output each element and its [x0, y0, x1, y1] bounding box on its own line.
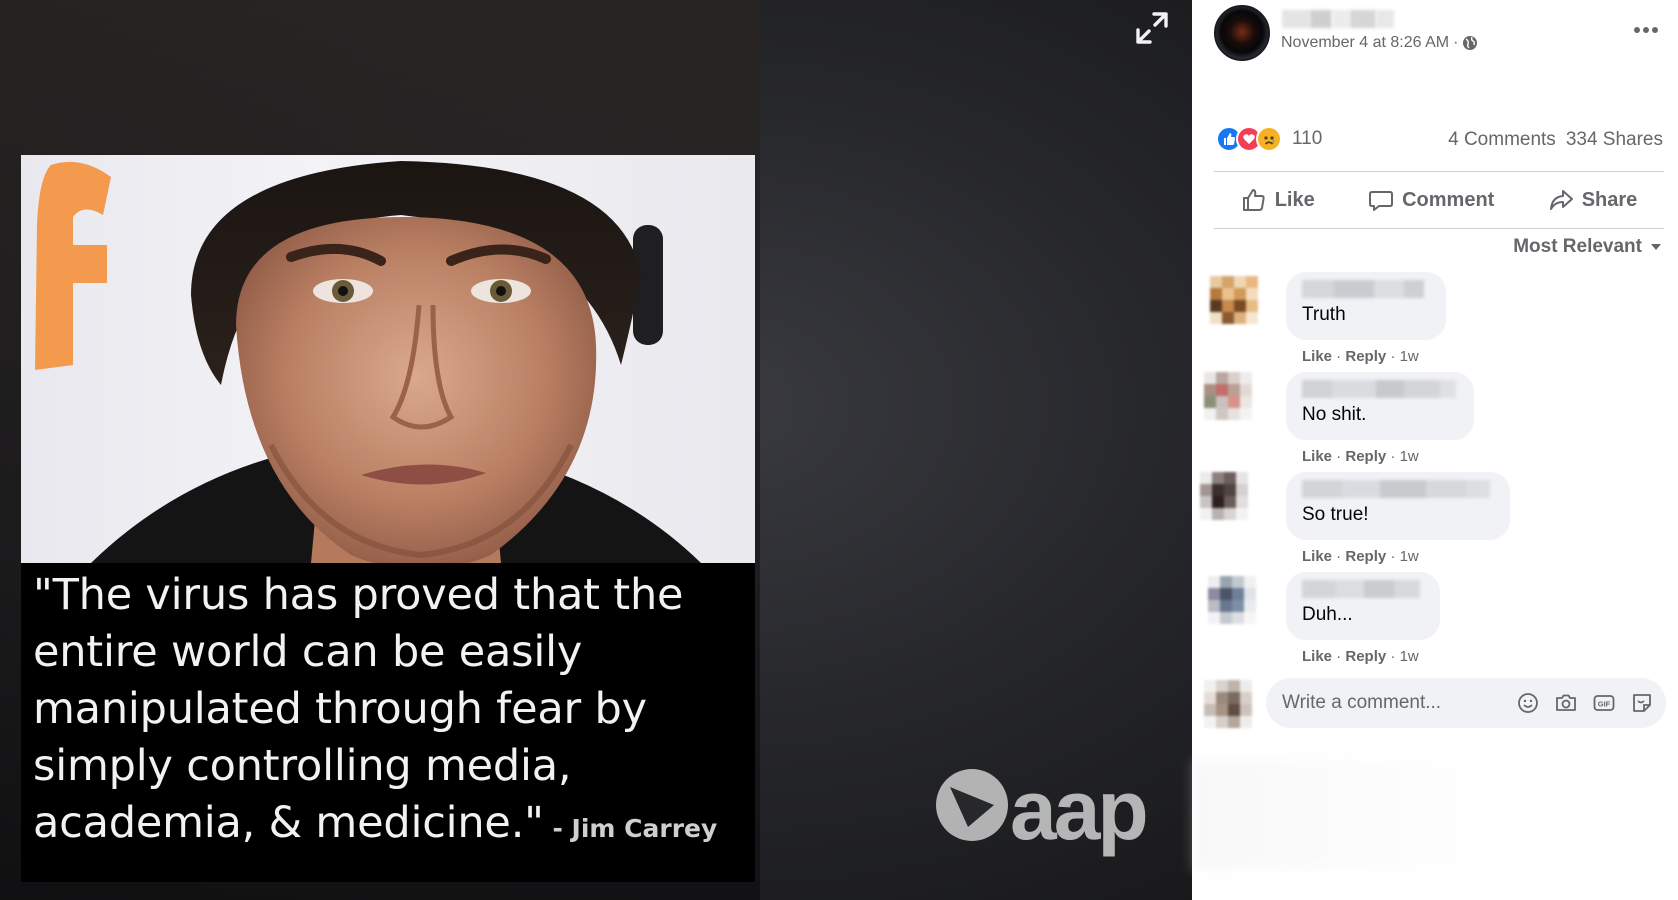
- portrait-photo: [21, 155, 755, 563]
- author-name-redacted: [1282, 10, 1394, 28]
- comment-bubble: No shit.: [1286, 372, 1474, 440]
- comment-text: So true!: [1302, 504, 1369, 525]
- meme-image: "The virus has proved that the entire wo…: [21, 155, 755, 882]
- watermark-text: aap: [1010, 763, 1149, 857]
- post-panel: November 4 at 8:26 AM · 110 4 Comments 3…: [1192, 0, 1678, 900]
- current-user-avatar[interactable]: [1204, 680, 1252, 728]
- sticker-icon[interactable]: [1630, 691, 1654, 715]
- quote-line-text: academia, & medicine.": [33, 798, 544, 848]
- quote-line: simply controlling media,: [33, 741, 572, 791]
- comment-like-link[interactable]: Like: [1302, 648, 1332, 665]
- comment-bubble: Truth: [1286, 272, 1446, 340]
- comment-label: Comment: [1402, 188, 1495, 211]
- share-label: Share: [1581, 188, 1638, 211]
- comment-input[interactable]: Write a comment... GIF: [1266, 678, 1666, 728]
- commenter-avatar[interactable]: [1208, 576, 1256, 624]
- sort-label: Most Relevant: [1513, 236, 1642, 257]
- comment-bubble: So true!: [1286, 472, 1510, 540]
- comment-text: Duh...: [1302, 604, 1353, 625]
- comment-time[interactable]: 1w: [1400, 548, 1419, 565]
- commenter-name-redacted: [1302, 580, 1422, 598]
- watermark-overlay: [1192, 760, 1512, 870]
- commenter-avatar[interactable]: [1204, 372, 1252, 420]
- quote-line: manipulated through fear by: [33, 684, 647, 734]
- divider: [1214, 228, 1664, 229]
- meta-sep: ·: [1332, 648, 1346, 665]
- portrait-illustration: [35, 161, 701, 563]
- comment-meta: Like · Reply · 1w: [1302, 348, 1419, 365]
- like-label: Like: [1274, 188, 1315, 211]
- expand-icon[interactable]: [1132, 8, 1172, 48]
- comment-time[interactable]: 1w: [1400, 348, 1419, 365]
- gif-icon[interactable]: GIF: [1592, 691, 1616, 715]
- page-avatar[interactable]: [1214, 5, 1270, 61]
- comment-reply-link[interactable]: Reply: [1345, 348, 1386, 365]
- share-button[interactable]: Share: [1540, 183, 1646, 217]
- comment-item: Duh... Like · Reply · 1w: [1208, 572, 1660, 666]
- comment-meta: Like · Reply · 1w: [1302, 648, 1419, 665]
- write-comment-row: Write a comment... GIF: [1204, 678, 1666, 728]
- comment-time[interactable]: 1w: [1400, 648, 1419, 665]
- quote-author: - Jim Carrey: [543, 814, 718, 843]
- post-actions: Like Comment Share: [1214, 178, 1664, 222]
- commenter-name-redacted: [1302, 380, 1456, 398]
- date-separator: ·: [1453, 34, 1459, 51]
- comment-meta: Like · Reply · 1w: [1302, 548, 1419, 565]
- thumbs-up-icon: [1242, 189, 1265, 211]
- emoji-icon[interactable]: [1516, 691, 1540, 715]
- reaction-count: 110: [1292, 128, 1323, 149]
- comment-like-link[interactable]: Like: [1302, 348, 1332, 365]
- comment-reply-link[interactable]: Reply: [1345, 648, 1386, 665]
- commenter-name-redacted: [1302, 480, 1492, 498]
- comments-count[interactable]: 4 Comments: [1448, 129, 1556, 151]
- comment-button[interactable]: Comment: [1360, 183, 1502, 217]
- shares-count[interactable]: 334 Shares: [1566, 129, 1663, 151]
- divider: [1214, 171, 1664, 172]
- comment-input-tools: GIF: [1516, 691, 1666, 715]
- meta-sep: ·: [1386, 448, 1400, 465]
- reaction-summary[interactable]: 110: [1216, 126, 1322, 152]
- meta-sep: ·: [1386, 548, 1400, 565]
- comment-icon: [1369, 191, 1394, 211]
- comment-bubble: Duh...: [1286, 572, 1440, 640]
- globe-icon: [1463, 36, 1478, 50]
- commenter-name-redacted: [1302, 280, 1428, 298]
- comment-input-placeholder: Write a comment...: [1282, 692, 1442, 713]
- meta-sep: ·: [1386, 648, 1400, 665]
- post-timestamp[interactable]: November 4 at 8:26 AM ·: [1281, 34, 1478, 52]
- svg-text:GIF: GIF: [1598, 700, 1611, 709]
- comment-sort-dropdown[interactable]: Most Relevant: [1513, 236, 1662, 258]
- comment-time[interactable]: 1w: [1400, 448, 1419, 465]
- caret-down-icon: [1651, 244, 1661, 250]
- meta-sep: ·: [1332, 448, 1346, 465]
- comment-text: No shit.: [1302, 404, 1367, 425]
- comment-item: So true! Like · Reply · 1w: [1200, 472, 1660, 566]
- comment-like-link[interactable]: Like: [1302, 548, 1332, 565]
- camera-icon[interactable]: [1554, 691, 1578, 715]
- sad-reaction-icon: [1256, 126, 1282, 152]
- quote-caption: "The virus has proved that the entire wo…: [33, 567, 743, 857]
- meta-sep: ·: [1332, 348, 1346, 365]
- post-date[interactable]: November 4 at 8:26 AM: [1281, 34, 1449, 52]
- commenter-avatar[interactable]: [1210, 276, 1258, 324]
- meta-sep: ·: [1332, 548, 1346, 565]
- comment-reply-link[interactable]: Reply: [1345, 448, 1386, 465]
- post-stats: 4 Comments 334 Shares: [1448, 129, 1663, 151]
- quote-line: entire world can be easily: [33, 627, 583, 677]
- comment-item: No shit. Like · Reply · 1w: [1204, 372, 1660, 466]
- like-button[interactable]: Like: [1233, 183, 1323, 217]
- photo-viewer: "The virus has proved that the entire wo…: [0, 0, 1192, 900]
- comment-reply-link[interactable]: Reply: [1345, 548, 1386, 565]
- comment-item: Truth Like · Reply · 1w: [1210, 272, 1660, 366]
- comment-like-link[interactable]: Like: [1302, 448, 1332, 465]
- comment-text: Truth: [1302, 304, 1346, 325]
- more-options-icon[interactable]: [1632, 20, 1660, 40]
- meta-sep: ·: [1386, 348, 1400, 365]
- quote-line: "The virus has proved that the: [33, 570, 684, 620]
- commenter-avatar[interactable]: [1200, 472, 1248, 520]
- aap-logo-icon: [936, 769, 1008, 841]
- quote-line: academia, & medicine." - Jim Carrey: [33, 795, 743, 857]
- share-icon: [1549, 190, 1573, 210]
- comment-meta: Like · Reply · 1w: [1302, 448, 1419, 465]
